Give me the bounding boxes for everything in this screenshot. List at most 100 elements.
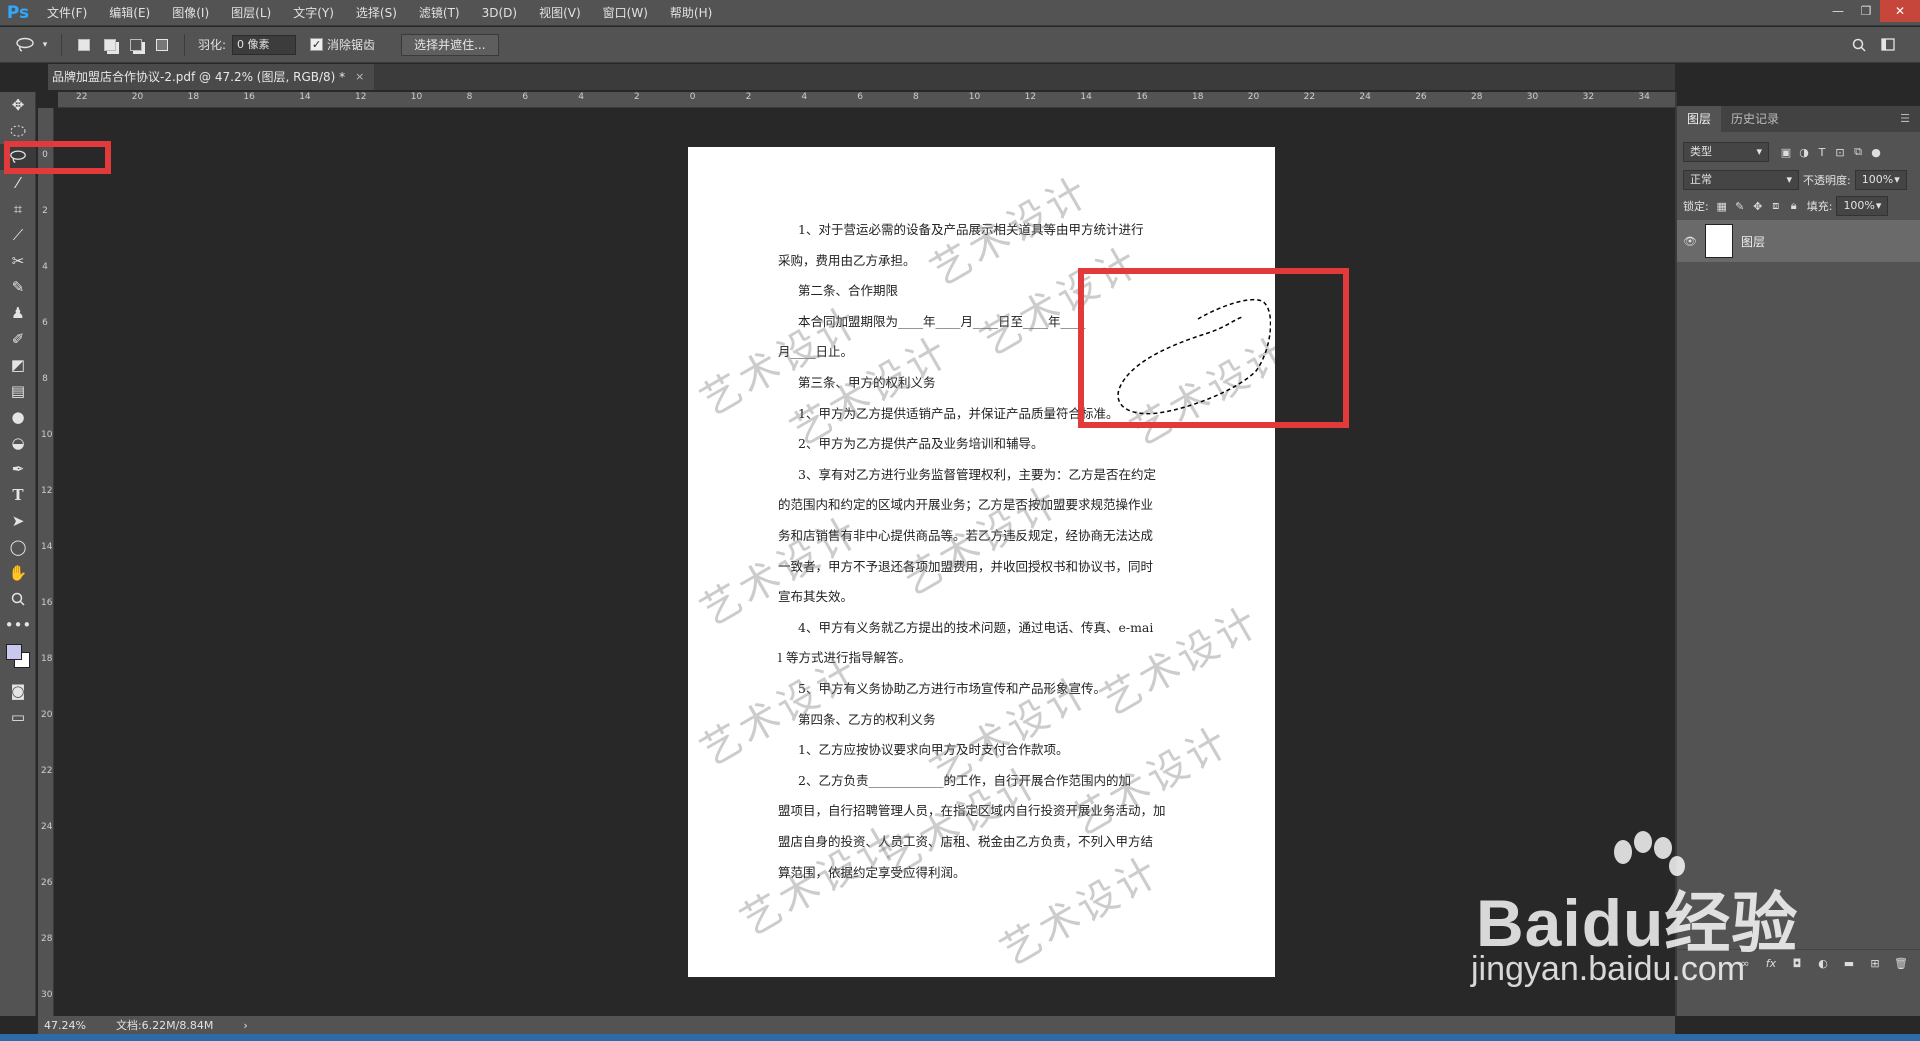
ruler-left-tick: 10 (41, 430, 53, 440)
intersect-selection-icon[interactable] (151, 34, 173, 56)
ruler-top-tick: 6 (522, 92, 529, 102)
menu-file[interactable]: 文件(F) (36, 0, 98, 26)
restore-button[interactable]: ❐ (1852, 0, 1880, 22)
visibility-eye-icon[interactable]: 👁︎ (1681, 232, 1699, 250)
crop-tool-icon[interactable]: ⌗ (0, 196, 36, 222)
lasso-tool-preset-icon[interactable] (14, 34, 36, 56)
status-chevron-icon[interactable]: › (243, 1019, 247, 1032)
antialias-checkbox[interactable]: ✓ (310, 38, 324, 51)
blend-mode-select[interactable]: 正常 ▾ (1683, 170, 1799, 190)
lock-position-icon[interactable]: ✥ (1749, 197, 1767, 215)
document-size: 文档:6.22M/8.84M (115, 1019, 214, 1032)
screen-mode-icon[interactable]: ▭ (0, 704, 36, 730)
ruler-top-tick: 14 (1080, 92, 1092, 102)
document-tab[interactable]: 品牌加盟店合作协议-2.pdf @ 47.2% (图层, RGB/8) * × (48, 64, 375, 90)
filter-toggle-icon[interactable]: ● (1867, 143, 1885, 161)
eraser-tool-icon[interactable]: ◩ (0, 352, 36, 378)
menu-layer[interactable]: 图层(L) (220, 0, 282, 26)
ruler-top: 22 20 18 16 14 12 10 8 6 4 2 0 2 4 6 8 10 12 14 16 18 20 22 24 2… (58, 92, 1675, 108)
menu-select[interactable]: 选择(S) (345, 0, 408, 26)
blur-tool-icon[interactable]: ● (0, 404, 36, 430)
layer-filter-select[interactable]: 类型 ▾ (1683, 142, 1769, 162)
layer-name[interactable]: 图层 (1741, 233, 1765, 250)
image-filter-icon[interactable]: ▣ (1777, 143, 1795, 161)
brush-tool-icon[interactable]: ✎ (0, 274, 36, 300)
tab-history[interactable]: 历史记录 (1721, 106, 1789, 132)
blend-mode-value: 正常 (1690, 173, 1712, 186)
selection-highlight (1078, 268, 1349, 428)
add-to-selection-icon[interactable] (99, 34, 121, 56)
pen-tool-icon[interactable]: ✒ (0, 456, 36, 482)
new-selection-icon[interactable] (73, 34, 95, 56)
move-tool-icon[interactable]: ✥ (0, 92, 36, 118)
menu-edit[interactable]: 编辑(E) (98, 0, 161, 26)
clone-stamp-tool-icon[interactable]: ♟ (0, 300, 36, 326)
more-tools-icon[interactable]: ••• (0, 612, 36, 638)
ruler-left-tick: 6 (42, 318, 48, 328)
baidu-jingyan-watermark: Baidu经验 jingyan.baidu.com (1471, 830, 1920, 1030)
dodge-tool-icon[interactable]: ◒ (0, 430, 36, 456)
panel-menu-icon[interactable]: ☰ (1890, 106, 1920, 132)
history-brush-tool-icon[interactable]: ✐ (0, 326, 36, 352)
ruler-left-tick: 24 (41, 822, 53, 832)
color-swatches[interactable] (0, 638, 36, 678)
type-filter-icon[interactable]: T (1813, 143, 1831, 161)
ruler-top-tick: 20 (131, 92, 144, 102)
feather-label: 羽化: (198, 38, 227, 52)
chevron-down-icon[interactable]: ▾ (40, 34, 50, 56)
close-button[interactable]: ✕ (1880, 0, 1920, 22)
zoom-tool-icon[interactable] (0, 586, 36, 612)
menu-view[interactable]: 视图(V) (528, 0, 592, 26)
minimize-button[interactable]: — (1824, 0, 1852, 22)
separator (184, 33, 185, 56)
layer-thumbnail (1705, 224, 1733, 258)
tools-panel: ✥ ⁄ ⌗ ⟋ ✂ ✎ ♟ ✐ ◩ ▤ ● ◒ ✒ T ➤ ◯ ✋ ••• ◙ … (0, 92, 36, 1016)
document-line: 3、享有对乙方进行业务监督管理权利，主要为：乙方是否在约定 (798, 466, 1156, 482)
foreground-color-swatch[interactable] (6, 644, 22, 660)
adjustment-filter-icon[interactable]: ◑ (1795, 143, 1813, 161)
shape-filter-icon[interactable]: ⊡ (1831, 143, 1849, 161)
menu-bar: Ps 文件(F) 编辑(E) 图像(I) 图层(L) 文字(Y) 选择(S) 滤… (0, 0, 1920, 26)
document-tab-bar: 品牌加盟店合作协议-2.pdf @ 47.2% (图层, RGB/8) * × (48, 64, 1675, 90)
menu-filter[interactable]: 滤镜(T) (408, 0, 471, 26)
ruler-top-tick: 28 (1471, 92, 1483, 102)
menu-3d[interactable]: 3D(D) (471, 0, 528, 26)
feather-input[interactable]: 0 像素 (232, 34, 297, 55)
layer-row[interactable]: 👁︎ 图层 (1677, 220, 1920, 262)
close-tab-icon[interactable]: × (355, 64, 364, 90)
ruler-left-tick: 26 (41, 878, 53, 888)
ruler-top-tick: 22 (76, 92, 88, 102)
tab-layers[interactable]: 图层 (1677, 106, 1722, 132)
zoom-level[interactable]: 47.24% (44, 1019, 86, 1032)
lock-all-icon[interactable]: 🔒︎ (1785, 197, 1803, 215)
gradient-tool-icon[interactable]: ▤ (0, 378, 36, 404)
healing-brush-tool-icon[interactable]: ✂ (0, 248, 36, 274)
ruler-top-tick: 14 (299, 92, 311, 102)
ruler-left-tick: 20 (41, 710, 53, 720)
window-controls: — ❐ ✕ (1824, 0, 1920, 26)
ruler-top-tick: 16 (243, 92, 255, 102)
fill-input[interactable]: 100% ▾ (1836, 196, 1889, 216)
ruler-left-tick: 8 (42, 374, 48, 384)
subtract-from-selection-icon[interactable] (125, 34, 147, 56)
menu-help[interactable]: 帮助(H) (659, 0, 723, 26)
menu-image[interactable]: 图像(I) (161, 0, 220, 26)
eyedropper-tool-icon[interactable]: ⟋ (0, 222, 36, 248)
menu-window[interactable]: 窗口(W) (592, 0, 659, 26)
search-icon[interactable] (1848, 34, 1870, 56)
lock-transparent-icon[interactable]: ▦ (1713, 197, 1731, 215)
hand-tool-icon[interactable]: ✋ (0, 560, 36, 586)
ruler-top-tick: 18 (1192, 92, 1204, 102)
ruler-top-tick: 20 (1247, 92, 1260, 102)
select-and-mask-button[interactable]: 选择并遮住... (401, 33, 499, 56)
menu-type[interactable]: 文字(Y) (282, 0, 345, 26)
lock-artboard-icon[interactable]: ⧈ (1767, 197, 1785, 215)
quick-mask-icon[interactable]: ◙ (0, 678, 36, 704)
type-tool-icon[interactable]: T (0, 482, 36, 508)
opacity-input[interactable]: 100% ▾ (1854, 170, 1907, 190)
path-selection-tool-icon[interactable]: ➤ (0, 508, 36, 534)
lock-image-icon[interactable]: ✎ (1731, 197, 1749, 215)
smart-object-filter-icon[interactable]: ⧉ (1849, 143, 1867, 161)
workspace-icon[interactable] (1878, 34, 1900, 56)
ellipse-tool-icon[interactable]: ◯ (0, 534, 36, 560)
